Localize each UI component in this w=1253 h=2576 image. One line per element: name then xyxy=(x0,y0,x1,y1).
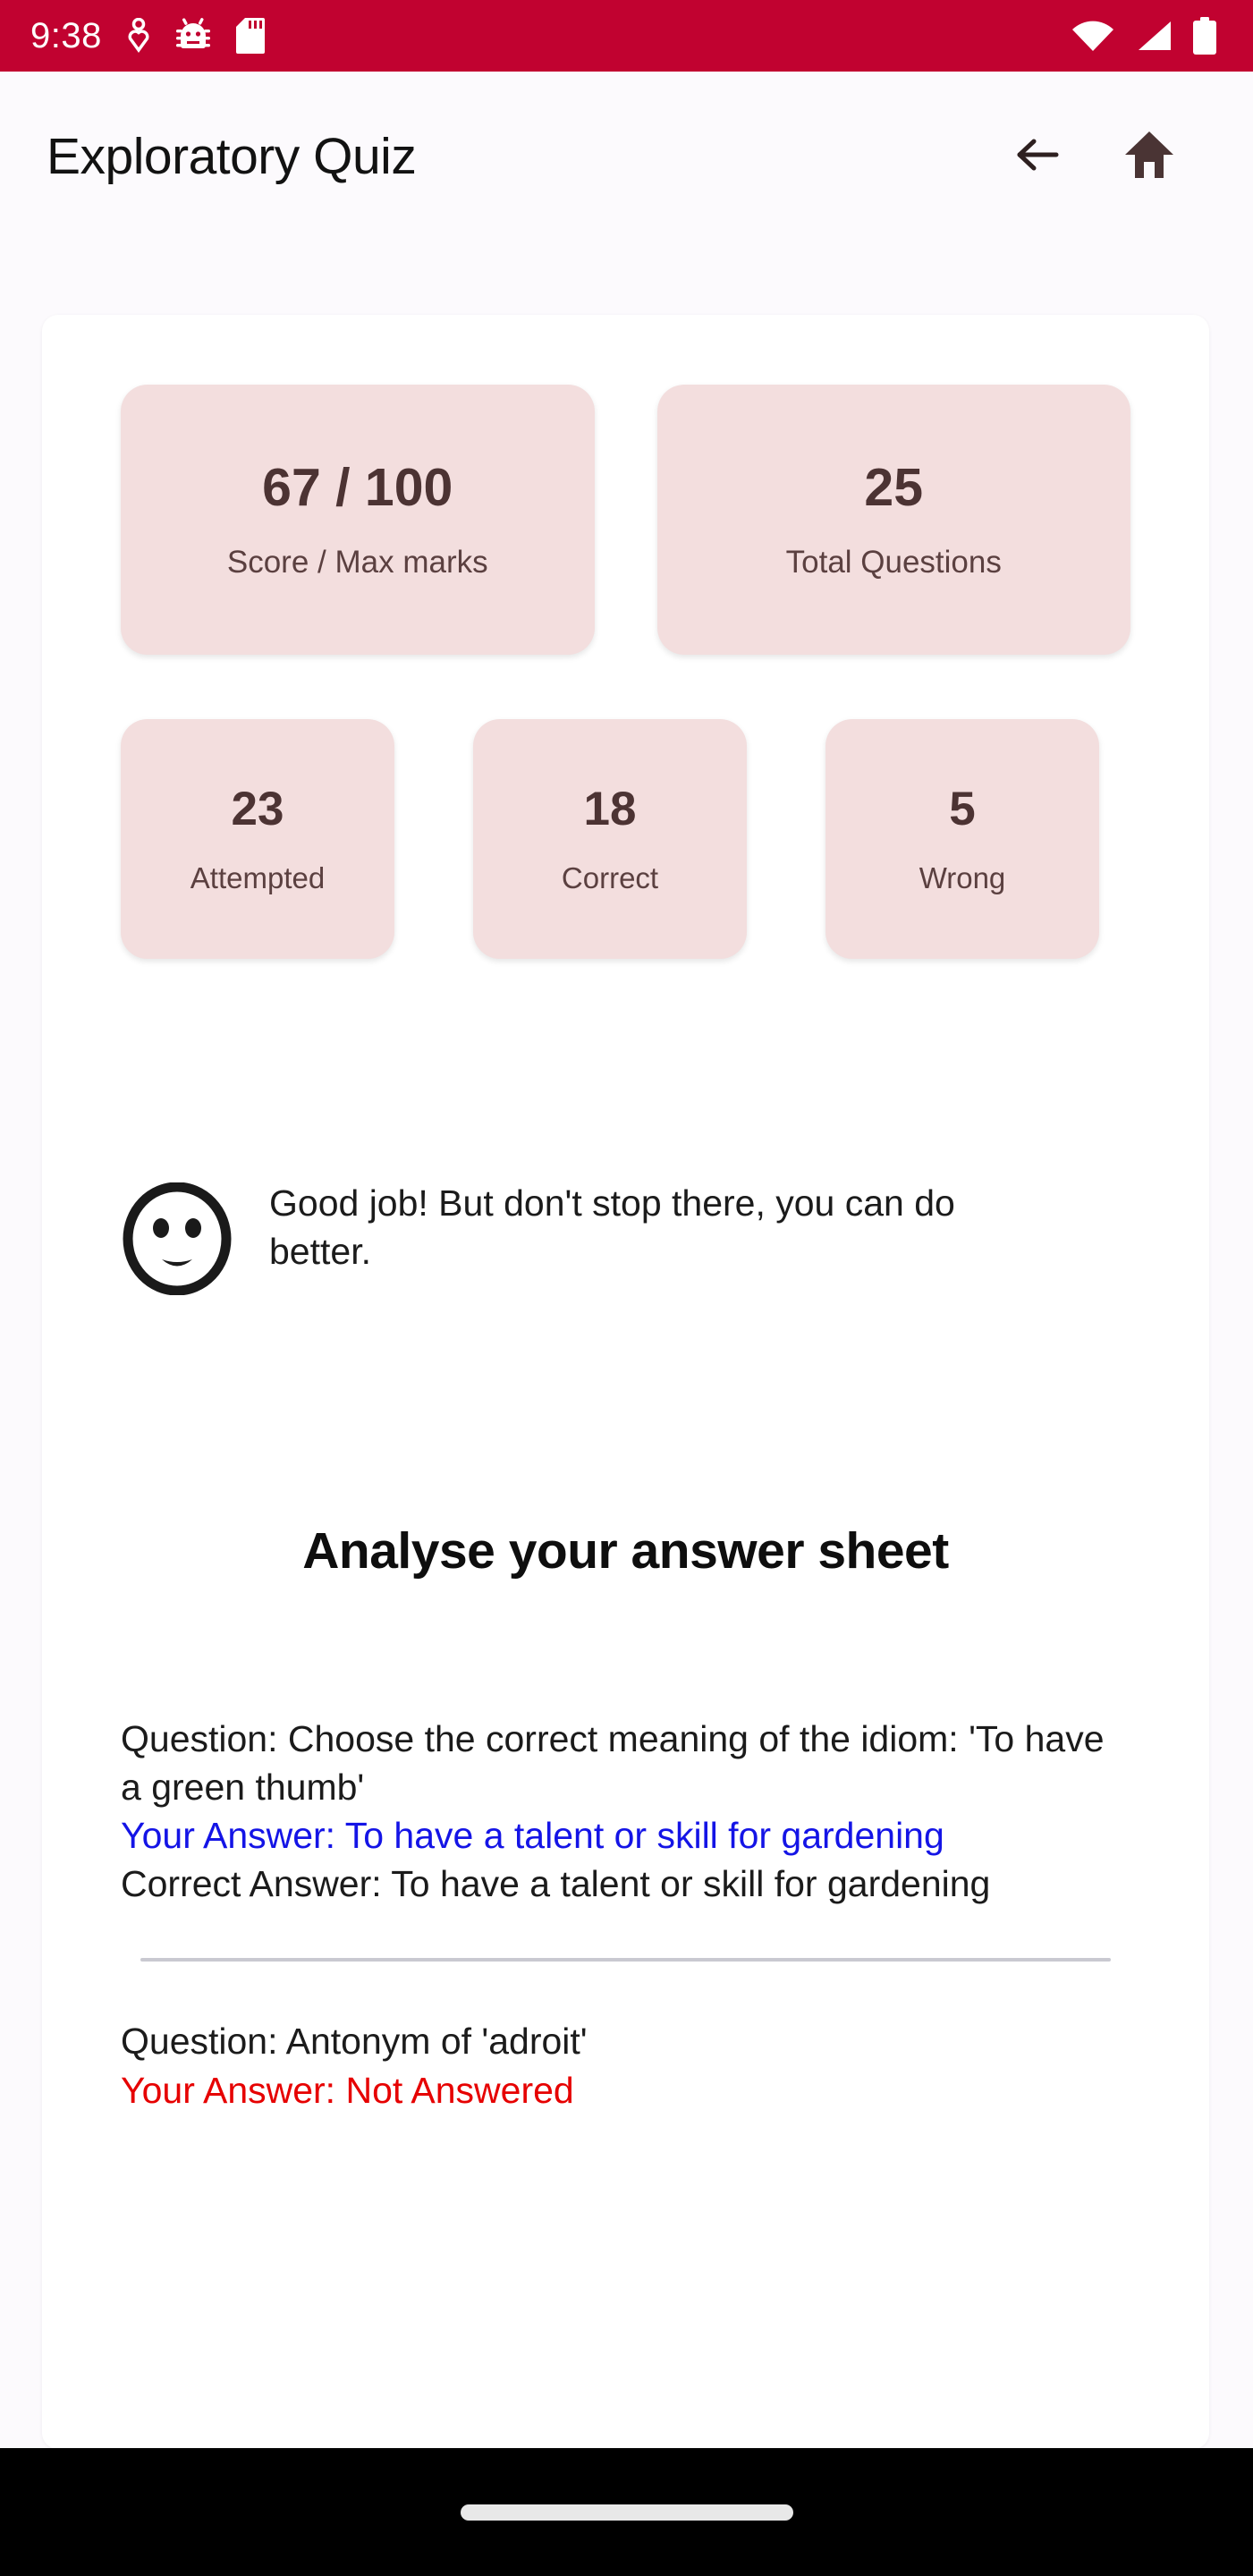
stat-label: Correct xyxy=(561,861,659,894)
stat-value: 25 xyxy=(864,458,924,517)
status-bar-right xyxy=(1071,17,1223,55)
stat-label: Attempted xyxy=(190,861,326,894)
app-bar: Exploratory Quiz xyxy=(0,72,1253,242)
status-bar-clock: 9:38 xyxy=(30,15,102,55)
answer-sheet-heading: Analyse your answer sheet xyxy=(302,1522,949,1580)
status-bar: 9:38 xyxy=(0,0,1253,72)
home-button[interactable] xyxy=(1121,128,1178,185)
wifi-icon xyxy=(1071,18,1115,54)
answer-correct-answer: Correct Answer: To have a talent or skil… xyxy=(121,1860,1130,1908)
result-card: 67 / 100 Score / Max marks 25 Total Ques… xyxy=(42,315,1209,2449)
correct-answer-text: To have a talent or skill for gardening xyxy=(391,1863,991,1905)
stat-card-attempted: 23 Attempted xyxy=(121,719,394,959)
answer-question: Question: Choose the correct meaning of … xyxy=(121,1715,1130,1811)
page-title: Exploratory Quiz xyxy=(47,128,417,185)
battery-icon xyxy=(1192,17,1217,55)
your-answer-text: Not Answered xyxy=(345,2069,574,2111)
stat-card-score: 67 / 100 Score / Max marks xyxy=(121,385,595,655)
your-answer-prefix-label: Your Answer: xyxy=(121,1815,345,1857)
answer-your-answer: Your Answer: To have a talent or skill f… xyxy=(121,1811,1130,1860)
system-navigation-bar xyxy=(0,2448,1253,2576)
back-button[interactable] xyxy=(1010,128,1067,185)
stats-row-secondary: 23 Attempted 18 Correct 5 Wrong xyxy=(42,655,1209,959)
answer-question: Question: Antonym of 'adroit' xyxy=(121,2017,1130,2065)
stat-value: 23 xyxy=(231,783,284,835)
stat-value: 67 / 100 xyxy=(262,458,453,517)
stat-label: Score / Max marks xyxy=(226,545,488,580)
feedback-message: Good job! But don't stop there, you can … xyxy=(269,1182,955,1273)
answer-spacer xyxy=(121,1962,1130,2017)
home-gesture-pill[interactable] xyxy=(460,2504,793,2521)
sd-card-icon xyxy=(235,17,265,55)
app-bar-actions xyxy=(1010,128,1206,185)
stat-label: Wrong xyxy=(919,861,1006,894)
your-answer-text: To have a talent or skill for gardening xyxy=(344,1815,944,1857)
neutral-face-icon xyxy=(121,1182,233,1300)
question-prefix-label: Question: xyxy=(121,1718,288,1759)
stat-value: 5 xyxy=(949,783,976,835)
answer-your-answer: Your Answer: Not Answered xyxy=(121,2066,1130,2114)
status-bar-left: 9:38 xyxy=(30,16,265,56)
app-screen: 9:38 Exploratory Quiz 67 / 100 Score / M… xyxy=(0,0,1253,2576)
heart-pin-icon xyxy=(127,18,150,54)
cellular-signal-icon xyxy=(1135,18,1173,54)
stat-label: Total Questions xyxy=(785,545,1002,580)
answer-sheet-list: Question: Choose the correct meaning of … xyxy=(42,1580,1209,2114)
question-text: Antonym of 'adroit' xyxy=(285,2021,588,2063)
back-arrow-icon xyxy=(1015,134,1062,180)
question-prefix-label: Question: xyxy=(121,2021,286,2063)
stat-card-wrong: 5 Wrong xyxy=(825,719,1099,959)
correct-answer-prefix-label: Correct Answer: xyxy=(121,1863,392,1905)
bug-icon xyxy=(175,18,211,54)
stat-card-total-questions: 25 Total Questions xyxy=(656,385,1130,655)
feedback-section: Good job! But don't stop there, you can … xyxy=(42,959,1209,1300)
stats-row-primary: 67 / 100 Score / Max marks 25 Total Ques… xyxy=(42,315,1209,655)
answer-item: Question: Antonym of 'adroit' Your Answe… xyxy=(121,2017,1130,2114)
your-answer-prefix-label: Your Answer: xyxy=(121,2069,346,2111)
stat-card-correct: 18 Correct xyxy=(473,719,747,959)
answer-item: Question: Choose the correct meaning of … xyxy=(121,1715,1130,1908)
stat-value: 18 xyxy=(583,783,637,835)
home-icon xyxy=(1123,130,1175,184)
